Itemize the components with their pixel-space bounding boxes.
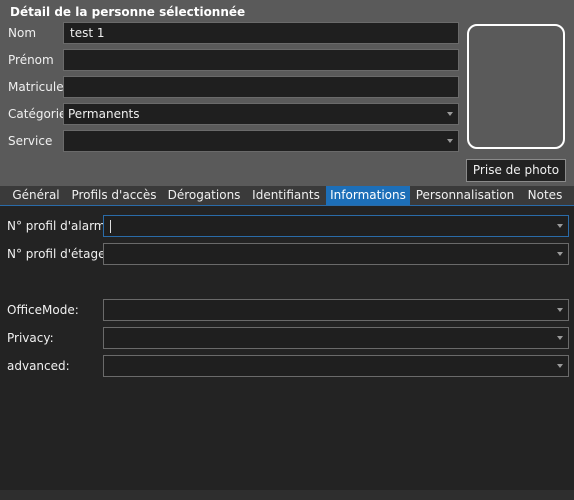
privacy-select[interactable] bbox=[103, 327, 569, 349]
nom-label: Nom bbox=[8, 26, 37, 40]
chevron-down-icon bbox=[447, 139, 453, 143]
matricule-label: Matricule bbox=[8, 80, 64, 94]
prenom-label: Prénom bbox=[8, 53, 54, 67]
informations-panel: N° profil d'alarme: N° profil d'étage: O… bbox=[0, 206, 574, 500]
privacy-label: Privacy: bbox=[7, 331, 54, 345]
categorie-select[interactable]: Permanents bbox=[63, 103, 459, 125]
tab-general[interactable]: Général bbox=[8, 186, 64, 205]
tab-informations[interactable]: Informations bbox=[326, 186, 410, 205]
etage-profile-select[interactable] bbox=[103, 243, 569, 265]
chevron-down-icon bbox=[447, 112, 453, 116]
tab-derogations[interactable]: Dérogations bbox=[164, 186, 244, 205]
officemode-label: OfficeMode: bbox=[7, 303, 79, 317]
section-title: Détail de la personne sélectionnée bbox=[10, 5, 246, 19]
advanced-label: advanced: bbox=[7, 359, 70, 373]
person-detail-panel: Détail de la personne sélectionnée Nom t… bbox=[0, 0, 574, 186]
categorie-label: Catégorie bbox=[8, 107, 67, 121]
photo-frame bbox=[467, 24, 565, 149]
chevron-down-icon bbox=[557, 252, 563, 256]
alarme-profile-label: N° profil d'alarme: bbox=[7, 219, 117, 233]
matricule-input[interactable] bbox=[63, 76, 459, 98]
tab-identifiants[interactable]: Identifiants bbox=[250, 186, 322, 205]
bottom-strip bbox=[0, 490, 574, 500]
categorie-value: Permanents bbox=[68, 107, 140, 121]
tab-profils-acces[interactable]: Profils d'accès bbox=[70, 186, 158, 205]
tab-strip: Général Profils d'accès Dérogations Iden… bbox=[0, 186, 574, 206]
chevron-down-icon bbox=[557, 336, 563, 340]
etage-profile-label: N° profil d'étage: bbox=[7, 247, 110, 261]
advanced-select[interactable] bbox=[103, 355, 569, 377]
tab-personnalisation[interactable]: Personnalisation bbox=[414, 186, 516, 205]
take-photo-button[interactable]: Prise de photo bbox=[466, 159, 566, 182]
officemode-select[interactable] bbox=[103, 299, 569, 321]
service-label: Service bbox=[8, 134, 53, 148]
prenom-input[interactable] bbox=[63, 49, 459, 71]
chevron-down-icon bbox=[557, 224, 563, 228]
chevron-down-icon bbox=[557, 364, 563, 368]
text-caret bbox=[110, 220, 111, 233]
nom-input[interactable]: test 1 bbox=[63, 22, 459, 44]
alarme-profile-select[interactable] bbox=[103, 215, 569, 237]
tab-notes[interactable]: Notes bbox=[522, 186, 568, 205]
chevron-down-icon bbox=[557, 308, 563, 312]
service-select[interactable] bbox=[63, 130, 459, 152]
